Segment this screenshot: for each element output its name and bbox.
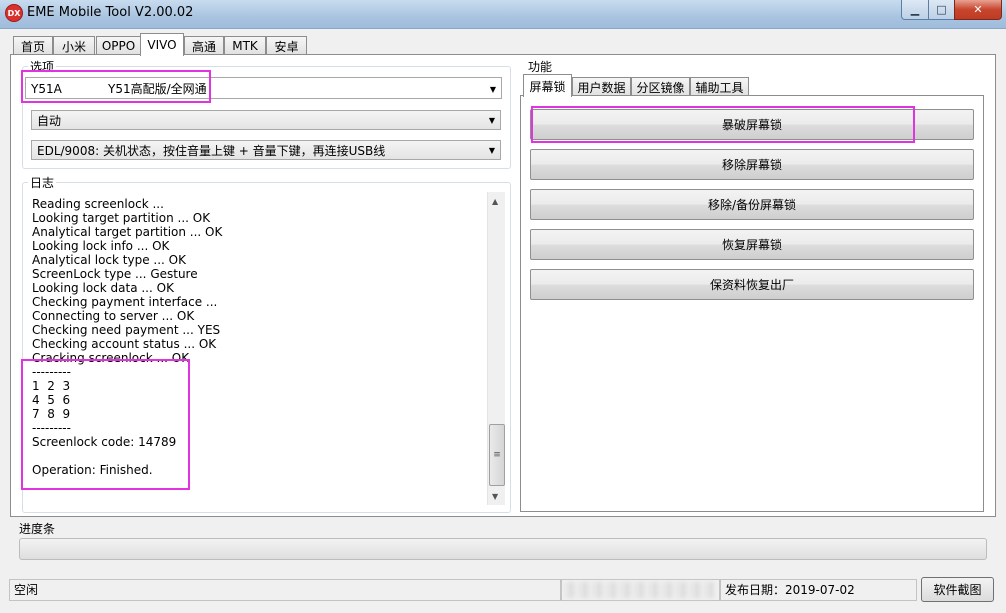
tab-screen-lock[interactable]: 屏幕锁 bbox=[523, 74, 572, 97]
result-highlight bbox=[21, 359, 190, 490]
factory-reset-keep-data-button[interactable]: 保资料恢复出厂 bbox=[530, 269, 974, 300]
tab-user-data[interactable]: 用户数据 bbox=[572, 77, 631, 96]
tab-qualcomm[interactable]: 高通 bbox=[184, 36, 224, 55]
grip-icon: ≡ bbox=[493, 450, 501, 460]
log-line: Analytical lock type ... OK bbox=[32, 253, 186, 267]
tab-oppo[interactable]: OPPO bbox=[96, 36, 141, 55]
restore-screenlock-button[interactable]: 恢复屏幕锁 bbox=[530, 229, 974, 260]
minimize-icon: ▁ bbox=[910, 3, 920, 16]
log-line: ScreenLock type ... Gesture bbox=[32, 267, 198, 281]
remove-screenlock-button[interactable]: 移除屏幕锁 bbox=[530, 149, 974, 180]
log-line: Looking target partition ... OK bbox=[32, 211, 211, 225]
brute-force-highlight bbox=[531, 106, 915, 143]
log-line: Checking need payment ... YES bbox=[32, 323, 221, 337]
scroll-up-icon[interactable]: ▲ bbox=[492, 197, 498, 206]
boot-mode-value: EDL/9008: 关机状态，按住音量上键 + 音量下键，再连接USB线 bbox=[37, 144, 386, 158]
progress-label: 进度条 bbox=[19, 522, 56, 536]
tab-partition-image[interactable]: 分区镜像 bbox=[631, 77, 690, 96]
log-line: Connecting to server ... OK bbox=[32, 309, 195, 323]
function-label: 功能 bbox=[526, 58, 555, 75]
remove-backup-screenlock-button[interactable]: 移除/备份屏幕锁 bbox=[530, 189, 974, 220]
software-screenshot-button[interactable]: 软件截图 bbox=[921, 577, 994, 602]
log-scrollbar[interactable]: ▲ ≡ ▼ bbox=[487, 192, 505, 505]
tab-home[interactable]: 首页 bbox=[13, 36, 53, 55]
close-icon: ✕ bbox=[973, 3, 983, 16]
chevron-down-icon[interactable]: ▼ bbox=[490, 79, 496, 101]
window-title: EME Mobile Tool V2.00.02 bbox=[27, 5, 194, 20]
tab-vivo[interactable]: VIVO bbox=[140, 33, 184, 56]
log-line: Looking lock data ... OK bbox=[32, 281, 174, 295]
tab-aux-tools[interactable]: 辅助工具 bbox=[690, 77, 749, 96]
mode-select[interactable]: 自动 ▼ bbox=[31, 110, 501, 130]
release-date: 发布日期：2019-07-02 bbox=[720, 579, 917, 601]
log-line: Analytical target partition ... OK bbox=[32, 225, 223, 239]
status-state: 空闲 bbox=[9, 579, 561, 601]
tab-android[interactable]: 安卓 bbox=[266, 36, 307, 55]
log-label: 日志 bbox=[28, 174, 57, 191]
log-line: Looking lock info ... OK bbox=[32, 239, 170, 253]
close-button[interactable]: ✕ bbox=[954, 0, 1002, 20]
tab-xiaomi[interactable]: 小米 bbox=[53, 36, 95, 55]
boot-mode-select[interactable]: EDL/9008: 关机状态，按住音量上键 + 音量下键，再连接USB线 ▼ bbox=[31, 140, 501, 160]
log-line: Checking payment interface ... bbox=[32, 295, 218, 309]
maximize-button[interactable]: □ bbox=[928, 0, 955, 20]
scroll-thumb[interactable]: ≡ bbox=[489, 424, 505, 486]
tab-mtk[interactable]: MTK bbox=[224, 36, 266, 55]
maximize-icon: □ bbox=[936, 3, 947, 16]
progress-bar bbox=[19, 538, 987, 560]
blurred-user-info bbox=[564, 582, 714, 598]
chevron-down-icon[interactable]: ▼ bbox=[489, 141, 495, 161]
log-line: Checking account status ... OK bbox=[32, 337, 217, 351]
chevron-down-icon[interactable]: ▼ bbox=[489, 111, 495, 131]
model-highlight bbox=[21, 70, 211, 103]
mode-value: 自动 bbox=[37, 114, 62, 128]
scroll-down-icon[interactable]: ▼ bbox=[492, 492, 498, 501]
log-line: Reading screenlock ... bbox=[32, 197, 164, 211]
app-logo-icon: DX bbox=[5, 4, 23, 22]
minimize-button[interactable]: ▁ bbox=[901, 0, 929, 20]
